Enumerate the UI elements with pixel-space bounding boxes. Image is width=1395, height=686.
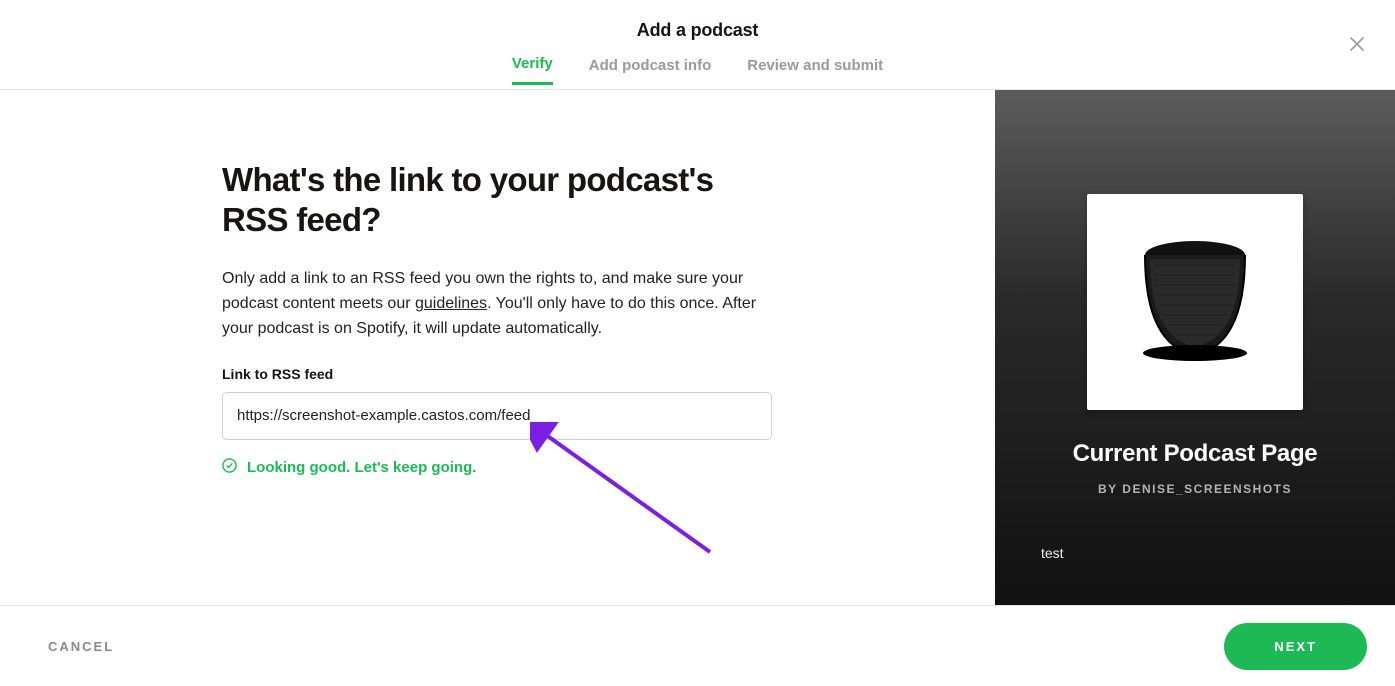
step-verify[interactable]: Verify: [512, 55, 553, 85]
microphone-pop-filter-icon: [1120, 225, 1270, 380]
validation-text: Looking good. Let's keep going.: [247, 459, 476, 476]
modal-body: What's the link to your podcast's RSS fe…: [0, 90, 1395, 605]
by-prefix: BY: [1098, 482, 1122, 496]
page-description: Only add a link to an RSS feed you own t…: [222, 267, 775, 341]
validation-message: Looking good. Let's keep going.: [222, 458, 775, 477]
podcast-author: BY DENISE_SCREENSHOTS: [1098, 482, 1292, 496]
modal-footer: CANCEL NEXT: [0, 605, 1395, 686]
check-circle-icon: [222, 458, 237, 477]
guidelines-link[interactable]: guidelines: [415, 295, 487, 312]
modal-title: Add a podcast: [637, 20, 758, 41]
form-panel: What's the link to your podcast's RSS fe…: [0, 90, 995, 605]
podcast-title: Current Podcast Page: [1073, 440, 1318, 468]
rss-field-label: Link to RSS feed: [222, 366, 775, 382]
cancel-button[interactable]: CANCEL: [48, 639, 114, 654]
podcast-artwork: [1087, 194, 1303, 410]
close-icon: [1349, 36, 1365, 57]
rss-feed-input[interactable]: [222, 392, 772, 440]
step-indicator: Verify Add podcast info Review and submi…: [512, 55, 883, 85]
modal-header: Add a podcast Verify Add podcast info Re…: [0, 0, 1395, 90]
close-button[interactable]: [1347, 36, 1367, 56]
podcast-description: test: [1041, 545, 1064, 561]
by-name: DENISE_SCREENSHOTS: [1122, 482, 1292, 496]
podcast-preview-panel: Current Podcast Page BY DENISE_SCREENSHO…: [995, 90, 1395, 605]
step-review[interactable]: Review and submit: [747, 57, 883, 84]
step-add-info[interactable]: Add podcast info: [589, 57, 712, 84]
page-heading: What's the link to your podcast's RSS fe…: [222, 160, 775, 239]
next-button[interactable]: NEXT: [1224, 623, 1367, 670]
